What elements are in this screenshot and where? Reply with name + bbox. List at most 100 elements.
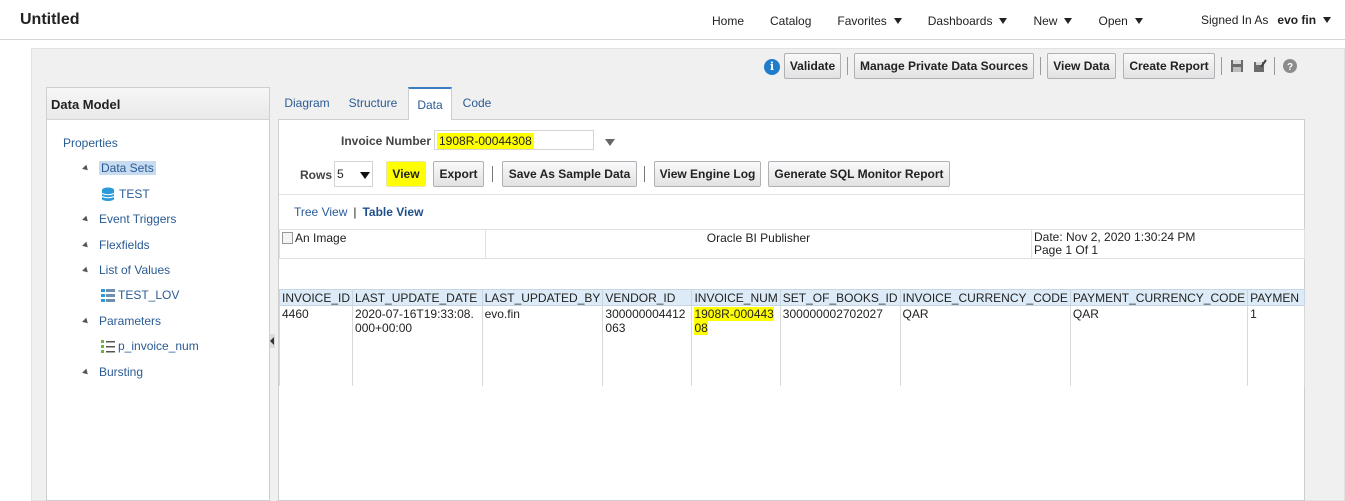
create-report-button[interactable]: Create Report	[1123, 53, 1215, 79]
save-as-sample-data-button[interactable]: Save As Sample Data	[502, 161, 637, 187]
parameter-icon	[101, 340, 115, 353]
toolbar-separator	[1040, 57, 1041, 75]
nav-favorites-label: Favorites	[837, 14, 887, 28]
tree-item-label: Bursting	[99, 365, 144, 379]
tab-diagram[interactable]: Diagram	[278, 87, 336, 119]
tree-item-properties[interactable]: Properties	[63, 136, 118, 150]
column-header: VENDOR_ID	[602, 289, 693, 306]
tree-item-label: TEST_LOV	[118, 288, 180, 302]
tree-item-label: Data Sets	[99, 161, 156, 175]
chevron-down-icon	[1134, 18, 1143, 24]
rows-value: 5	[337, 167, 344, 181]
image-alt-text: An Image	[295, 231, 347, 245]
tree-item-label: TEST	[119, 187, 150, 201]
tree-item-p-invoice-num[interactable]: p_invoice_num	[101, 339, 199, 353]
tree-item-test-lov[interactable]: TEST_LOV	[101, 288, 179, 302]
tab-data[interactable]: Data	[408, 87, 452, 120]
tree-item-data-sets[interactable]: Data Sets	[82, 161, 156, 175]
column-header: INVOICE_NUM	[691, 289, 781, 306]
rows-select[interactable]: 5	[334, 161, 373, 187]
table-cell: QAR	[899, 305, 1071, 386]
toolbar-separator	[1221, 57, 1222, 75]
view-button[interactable]: View	[386, 161, 426, 187]
view-data-button[interactable]: View Data	[1047, 53, 1116, 79]
table-cell: 4460	[279, 305, 354, 386]
tree-item-flexfields[interactable]: Flexfields	[82, 238, 150, 252]
divider	[279, 194, 1304, 195]
collapse-triangle-icon[interactable]	[82, 317, 90, 325]
nav-new[interactable]: New	[1033, 14, 1073, 28]
column-header: PAYMEN	[1247, 289, 1305, 306]
generate-sql-monitor-report-button[interactable]: Generate SQL Monitor Report	[768, 161, 950, 187]
invoice-number-input[interactable]: 1908R-00044308	[434, 130, 594, 150]
nav-favorites[interactable]: Favorites	[837, 14, 902, 28]
list-of-values-icon	[101, 289, 115, 302]
tree-item-event-triggers[interactable]: Event Triggers	[82, 212, 177, 226]
signed-in-menu[interactable]: Signed In As evo fin	[1201, 13, 1332, 27]
collapse-panel-icon[interactable]	[270, 334, 275, 348]
nav-home[interactable]: Home	[712, 14, 744, 28]
chevron-down-icon	[999, 18, 1008, 24]
nav-new-label: New	[1033, 14, 1058, 28]
tree-item-label: p_invoice_num	[118, 339, 199, 353]
table-cell: 300000004412063	[602, 305, 693, 386]
save-as-icon[interactable]	[1253, 59, 1267, 73]
table-cell: evo.fin	[481, 305, 604, 386]
tree-item-label: Flexfields	[99, 238, 150, 252]
toolbar-separator	[492, 166, 493, 182]
tree-item-label: Parameters	[99, 314, 162, 328]
global-nav: Home Catalog Favorites Dashboards New Op…	[712, 14, 1169, 28]
column-header: SET_OF_BOOKS_ID	[779, 289, 901, 306]
user-name: evo fin	[1277, 13, 1317, 27]
report-title-cell: Oracle BI Publisher	[486, 230, 1032, 258]
report-date-cell: Date: Nov 2, 2020 1:30:24 PM Page 1 Of 1	[1032, 230, 1304, 258]
view-engine-log-button[interactable]: View Engine Log	[654, 161, 761, 187]
column-header: INVOICE_CURRENCY_CODE	[899, 289, 1071, 306]
view-mode-links: Tree View | Table View	[294, 205, 423, 219]
tree-item-list-of-values[interactable]: List of Values	[82, 263, 171, 277]
broken-image-icon	[282, 232, 293, 244]
nav-dashboards[interactable]: Dashboards	[928, 14, 1008, 28]
invoice-number-dropdown-icon[interactable]	[605, 139, 615, 146]
collapse-triangle-icon[interactable]	[82, 241, 90, 249]
tree-item-bursting[interactable]: Bursting	[82, 365, 144, 379]
table-cell: 2020-07-16T19:33:08.000+00:00	[352, 305, 483, 386]
panel-splitter[interactable]	[270, 87, 276, 501]
table-cell: 300000002702027	[779, 305, 901, 386]
table-cell: QAR	[1069, 305, 1249, 386]
info-icon[interactable]: i	[764, 59, 780, 75]
collapse-triangle-icon[interactable]	[82, 266, 90, 274]
validate-button[interactable]: Validate	[784, 53, 841, 79]
nav-dashboards-label: Dashboards	[927, 14, 993, 28]
top-bar: Untitled Home Catalog Favorites Dashboar…	[0, 0, 1345, 40]
tab-structure[interactable]: Structure	[342, 87, 404, 119]
chevron-down-icon	[1323, 17, 1332, 23]
collapse-triangle-icon[interactable]	[82, 368, 90, 376]
rows-label: Rows	[300, 168, 333, 182]
help-icon[interactable]: ?	[1283, 59, 1297, 73]
link-separator: |	[353, 205, 357, 219]
tree-item-test[interactable]: TEST	[101, 187, 150, 201]
invoice-number-label: Invoice Number	[341, 134, 432, 148]
table-cell: 1	[1247, 305, 1305, 386]
tree-item-label: Event Triggers	[99, 212, 177, 226]
nav-open[interactable]: Open	[1098, 14, 1143, 28]
save-icon[interactable]	[1230, 59, 1244, 73]
tree-item-label: List of Values	[99, 263, 171, 277]
manage-private-data-sources-button[interactable]: Manage Private Data Sources	[854, 53, 1034, 79]
signed-in-label: Signed In As	[1201, 13, 1269, 27]
report-publisher: Oracle BI Publisher	[706, 231, 811, 245]
table-row: 4460 2020-07-16T19:33:08.000+00:00 evo.f…	[279, 305, 1305, 386]
nav-catalog[interactable]: Catalog	[770, 14, 811, 28]
database-icon	[101, 187, 115, 201]
tree-view-link[interactable]: Tree View	[294, 205, 347, 219]
nav-home-label: Home	[712, 14, 745, 28]
collapse-triangle-icon[interactable]	[82, 215, 90, 223]
tab-code[interactable]: Code	[456, 87, 498, 119]
tree-item-parameters[interactable]: Parameters	[82, 314, 162, 328]
table-view-link[interactable]: Table View	[362, 205, 423, 219]
export-button[interactable]: Export	[433, 161, 484, 187]
collapse-triangle-icon[interactable]	[82, 164, 90, 172]
report-header: An Image Oracle BI Publisher Date: Nov 2…	[279, 229, 1305, 259]
column-header: LAST_UPDATE_DATE	[352, 289, 483, 306]
